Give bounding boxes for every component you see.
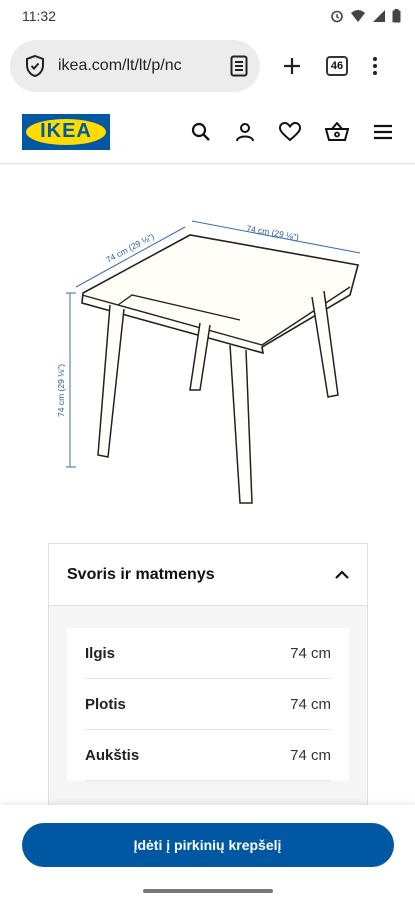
- dimensions-title: Svoris ir matmenys: [67, 565, 215, 583]
- url-text[interactable]: ikea.com/lt/lt/p/nc: [58, 57, 208, 75]
- dimensions-table: Ilgis 74 cm Plotis 74 cm Aukštis 74 cm: [67, 628, 349, 781]
- dimension-row: Aukštis 74 cm: [85, 730, 331, 781]
- new-tab-icon[interactable]: [282, 56, 302, 76]
- reader-mode-icon[interactable]: [230, 55, 248, 77]
- alarm-icon: [331, 10, 343, 23]
- dimensions-body: Ilgis 74 cm Plotis 74 cm Aukštis 74 cm: [49, 606, 367, 805]
- menu-icon[interactable]: [373, 124, 393, 140]
- sticky-cta-bar: Įdėti į pirkinių krepšelį: [0, 805, 415, 885]
- dimensions-accordion: Svoris ir matmenys Ilgis 74 cm Plotis 74…: [48, 543, 368, 805]
- add-to-cart-button[interactable]: Įdėti į pirkinių krepšelį: [21, 823, 394, 867]
- site-header: IKEA: [0, 100, 415, 164]
- table-dimension-diagram: 74 cm (29 ⅛") 74 cm (29 ⅛") 74 cm (29 ⅛"…: [56, 220, 361, 504]
- chevron-up-icon[interactable]: [335, 570, 349, 579]
- shopping-basket-icon[interactable]: [325, 121, 349, 142]
- battery-icon: [392, 9, 401, 23]
- width-label: 74 cm (29 ⅛"): [246, 223, 300, 242]
- main-content[interactable]: 74 cm (29 ⅛") 74 cm (29 ⅛") 74 cm (29 ⅛"…: [0, 165, 415, 805]
- browser-actions: 46: [282, 56, 378, 76]
- status-bar: 11:32: [0, 0, 415, 32]
- table-leg-back-right: [311, 290, 339, 398]
- height-label: 74 cm (29 ⅛"): [56, 364, 66, 417]
- heart-icon[interactable]: [279, 121, 301, 142]
- dimension-value: 74 cm: [290, 695, 331, 713]
- signal-icon: [373, 10, 385, 22]
- header-icons: [191, 121, 393, 142]
- wifi-icon: [351, 10, 365, 22]
- dimension-label: Ilgis: [85, 644, 116, 662]
- table-leg-front-right: [229, 344, 253, 504]
- browser-toolbar: ikea.com/lt/lt/p/nc 46: [0, 32, 415, 100]
- more-options-icon[interactable]: [372, 56, 378, 76]
- tab-switcher-button[interactable]: 46: [326, 56, 348, 76]
- dimensions-accordion-header[interactable]: Svoris ir matmenys: [49, 544, 367, 606]
- search-icon[interactable]: [191, 122, 211, 142]
- user-icon[interactable]: [235, 122, 255, 142]
- dimension-value: 74 cm: [290, 644, 331, 662]
- ikea-logo-text: IKEA: [26, 118, 106, 145]
- dimension-label: Plotis: [85, 695, 126, 713]
- status-time: 11:32: [22, 8, 56, 24]
- gesture-nav-handle[interactable]: [143, 889, 273, 893]
- site-security-icon[interactable]: [24, 54, 46, 78]
- dimension-label: Aukštis: [85, 746, 140, 764]
- dimension-value: 74 cm: [290, 746, 331, 764]
- dimension-row: Plotis 74 cm: [85, 679, 331, 730]
- table-leg-front-left: [97, 304, 125, 458]
- ikea-logo[interactable]: IKEA: [22, 113, 110, 150]
- dimension-row: Ilgis 74 cm: [85, 628, 331, 679]
- system-nav-area: [0, 885, 415, 900]
- status-icons: [330, 9, 401, 23]
- address-bar[interactable]: ikea.com/lt/lt/p/nc: [10, 40, 260, 92]
